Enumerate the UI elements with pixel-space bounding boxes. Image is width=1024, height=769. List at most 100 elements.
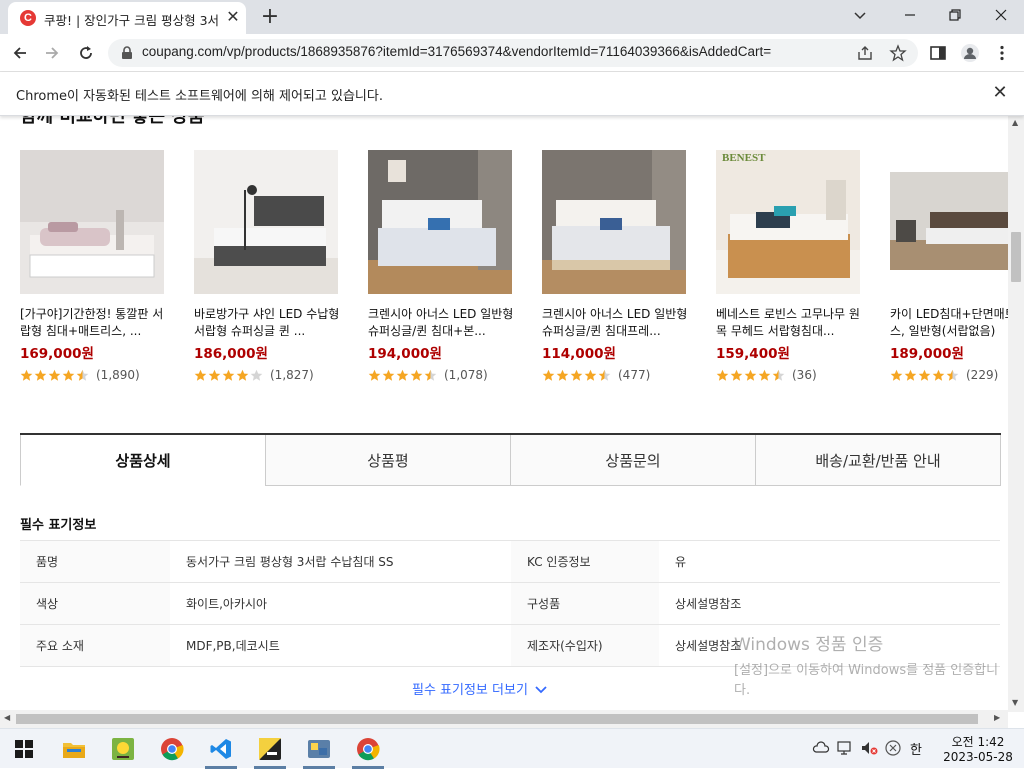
product-image[interactable] — [368, 150, 512, 294]
file-explorer-folder-icon[interactable] — [50, 729, 98, 769]
product-card[interactable]: [가구야]기간한정! 통깔판 서랍형 침대+매트리스, ... 169,000원… — [20, 150, 170, 384]
product-price: 169,000원 — [20, 346, 94, 362]
review-count: (477) — [618, 368, 651, 382]
vertical-scrollbar[interactable]: ▲ ▼ — [1008, 116, 1024, 712]
chrome-icon[interactable] — [344, 729, 392, 769]
browser-toolbar: coupang.com/vp/products/1868935876?itemI… — [0, 34, 1024, 72]
chrome-icon[interactable] — [148, 729, 196, 769]
review-count: (1,827) — [270, 368, 314, 382]
infobar-close-icon[interactable]: ✕ — [990, 82, 1010, 104]
tab-inquiries[interactable]: 상품문의 — [510, 435, 755, 486]
star-icon — [598, 369, 611, 381]
tab-product-detail[interactable]: 상품상세 — [20, 435, 265, 486]
vertical-scroll-thumb[interactable] — [1011, 232, 1021, 282]
paint-app-icon[interactable] — [99, 729, 147, 769]
tab-close-icon[interactable]: ✕ — [224, 8, 242, 26]
horizontal-scrollbar[interactable]: ◀ ▶ — [0, 710, 1008, 728]
product-name[interactable]: [가구야]기간한정! 통깔판 서랍형 침대+매트리스, ... — [20, 306, 170, 340]
product-name[interactable]: 크렌시아 아너스 LED 일반형 슈퍼싱글/퀸 침대프레... — [542, 306, 692, 340]
spec-key: 제조자(수입자) — [511, 624, 659, 667]
star-icon — [410, 369, 423, 381]
reload-icon[interactable] — [74, 41, 98, 65]
page-viewport: 함께 비교하면 좋은 상품 [가구야]기간한정! 통깔판 서랍형 침대+매트리스… — [0, 116, 1008, 710]
more-required-info-link[interactable]: 필수 표기정보 더보기 — [412, 679, 548, 698]
product-card[interactable]: BENEST 베네스트 로빈스 고무나무 원목 무헤드 서랍형침대... 159… — [716, 150, 866, 384]
star-icon — [904, 369, 917, 381]
python-app-icon[interactable] — [295, 729, 343, 769]
clock-time[interactable]: 오전 1:42 — [942, 733, 1014, 750]
ime-indicator[interactable]: 한 — [910, 739, 922, 758]
product-name[interactable]: 카이 LED침대+단면매트리스, 일반형(서랍없음) — [890, 306, 1008, 340]
minimize-icon[interactable] — [895, 4, 925, 26]
spec-key: 주요 소재 — [20, 624, 170, 667]
rating-stars — [542, 369, 612, 382]
scroll-left-arrow-icon[interactable]: ◀ — [4, 713, 10, 722]
product-rating: (1,827) — [194, 366, 344, 384]
product-image[interactable]: BENEST — [716, 150, 860, 294]
star-icon — [76, 369, 89, 381]
more-link-label: 필수 표기정보 더보기 — [412, 683, 528, 698]
product-rating: (229) — [890, 366, 1008, 384]
table-row: 품명 동서가구 크림 평상형 3서랍 수납침대 SS KC 인증정보 유 — [20, 540, 1000, 583]
product-card[interactable]: 카이 LED침대+단면매트리스, 일반형(서랍없음) 189,000원 (229… — [890, 150, 1008, 384]
product-image[interactable] — [20, 150, 164, 294]
back-arrow-icon[interactable] — [8, 41, 32, 65]
bookmark-star-icon[interactable] — [889, 44, 907, 62]
spec-value: 동서가구 크림 평상형 3서랍 수납침대 SS — [170, 540, 511, 583]
star-icon — [382, 369, 395, 381]
notification-x-icon[interactable] — [884, 739, 904, 759]
product-detail-tabs: 상품상세 상품평 상품문의 배송/교환/반품 안내 — [20, 433, 1001, 486]
tab-shipping-returns[interactable]: 배송/교환/반품 안내 — [755, 435, 1001, 486]
star-icon — [396, 369, 409, 381]
terminal-app-icon[interactable] — [246, 729, 294, 769]
product-price: 194,000원 — [368, 346, 442, 362]
product-name[interactable]: 크렌시아 아너스 LED 일반형 슈퍼싱글/퀸 침대+본... — [368, 306, 518, 340]
chevron-down-icon — [535, 685, 547, 693]
forward-arrow-icon[interactable] — [40, 41, 64, 65]
product-image[interactable] — [890, 150, 1008, 294]
url-text[interactable]: coupang.com/vp/products/1868935876?itemI… — [142, 44, 832, 62]
product-card[interactable]: 바로방가구 샤인 LED 수납형 서랍형 슈퍼싱글 퀸 ... 186,000원… — [194, 150, 344, 384]
product-image[interactable] — [542, 150, 686, 294]
profile-avatar-icon[interactable] — [958, 41, 982, 65]
lock-icon[interactable] — [120, 46, 134, 60]
more-menu-icon[interactable] — [990, 41, 1014, 65]
tab-title: 쿠팡! | 장인가구 크림 평상형 3서 — [44, 13, 220, 28]
vscode-icon[interactable] — [197, 729, 245, 769]
horizontal-scroll-thumb[interactable] — [16, 714, 978, 724]
scroll-right-arrow-icon[interactable]: ▶ — [994, 713, 1000, 722]
infobar-message: Chrome이 자동화된 테스트 소프트웨어에 의해 제어되고 있습니다. — [16, 89, 383, 104]
share-icon[interactable] — [856, 44, 874, 62]
watermark-title: Windows 정품 인증 — [734, 635, 884, 655]
browser-tab[interactable]: C 쿠팡! | 장인가구 크림 평상형 3서 ✕ — [8, 2, 246, 34]
spec-key: 색상 — [20, 582, 170, 625]
spec-value: MDF,PB,데코시트 — [170, 624, 511, 667]
review-count: (36) — [792, 368, 817, 382]
product-name[interactable]: 바로방가구 샤인 LED 수납형 서랍형 슈퍼싱글 퀸 ... — [194, 306, 344, 340]
address-bar[interactable]: coupang.com/vp/products/1868935876?itemI… — [108, 39, 918, 67]
new-tab-button[interactable]: + — [258, 5, 282, 29]
scroll-down-arrow-icon[interactable]: ▼ — [1012, 698, 1018, 707]
window-close-icon[interactable] — [986, 4, 1016, 26]
star-icon — [368, 369, 381, 381]
product-image[interactable] — [194, 150, 338, 294]
network-icon[interactable] — [836, 739, 856, 759]
star-icon — [890, 369, 903, 381]
tab-reviews[interactable]: 상품평 — [265, 435, 510, 486]
star-icon — [556, 369, 569, 381]
side-panel-icon[interactable] — [926, 41, 950, 65]
scroll-up-arrow-icon[interactable]: ▲ — [1012, 118, 1018, 127]
product-card[interactable]: 크렌시아 아너스 LED 일반형 슈퍼싱글/퀸 침대+본... 194,000원… — [368, 150, 518, 384]
cloud-sync-icon[interactable] — [812, 739, 832, 759]
volume-muted-icon[interactable] — [860, 739, 880, 759]
star-icon — [918, 369, 931, 381]
star-icon — [758, 369, 771, 381]
restore-icon[interactable] — [940, 4, 970, 26]
clock-date[interactable]: 2023-05-28 — [942, 750, 1014, 764]
product-card[interactable]: 크렌시아 아너스 LED 일반형 슈퍼싱글/퀸 침대프레... 114,000원… — [542, 150, 692, 384]
spec-value: 유 — [659, 540, 1000, 583]
tab-search-chevron-down-icon[interactable] — [845, 4, 875, 26]
product-name[interactable]: 베네스트 로빈스 고무나무 원목 무헤드 서랍형침대... — [716, 306, 866, 340]
start-windows-icon[interactable] — [0, 729, 48, 769]
rating-stars — [716, 369, 786, 382]
